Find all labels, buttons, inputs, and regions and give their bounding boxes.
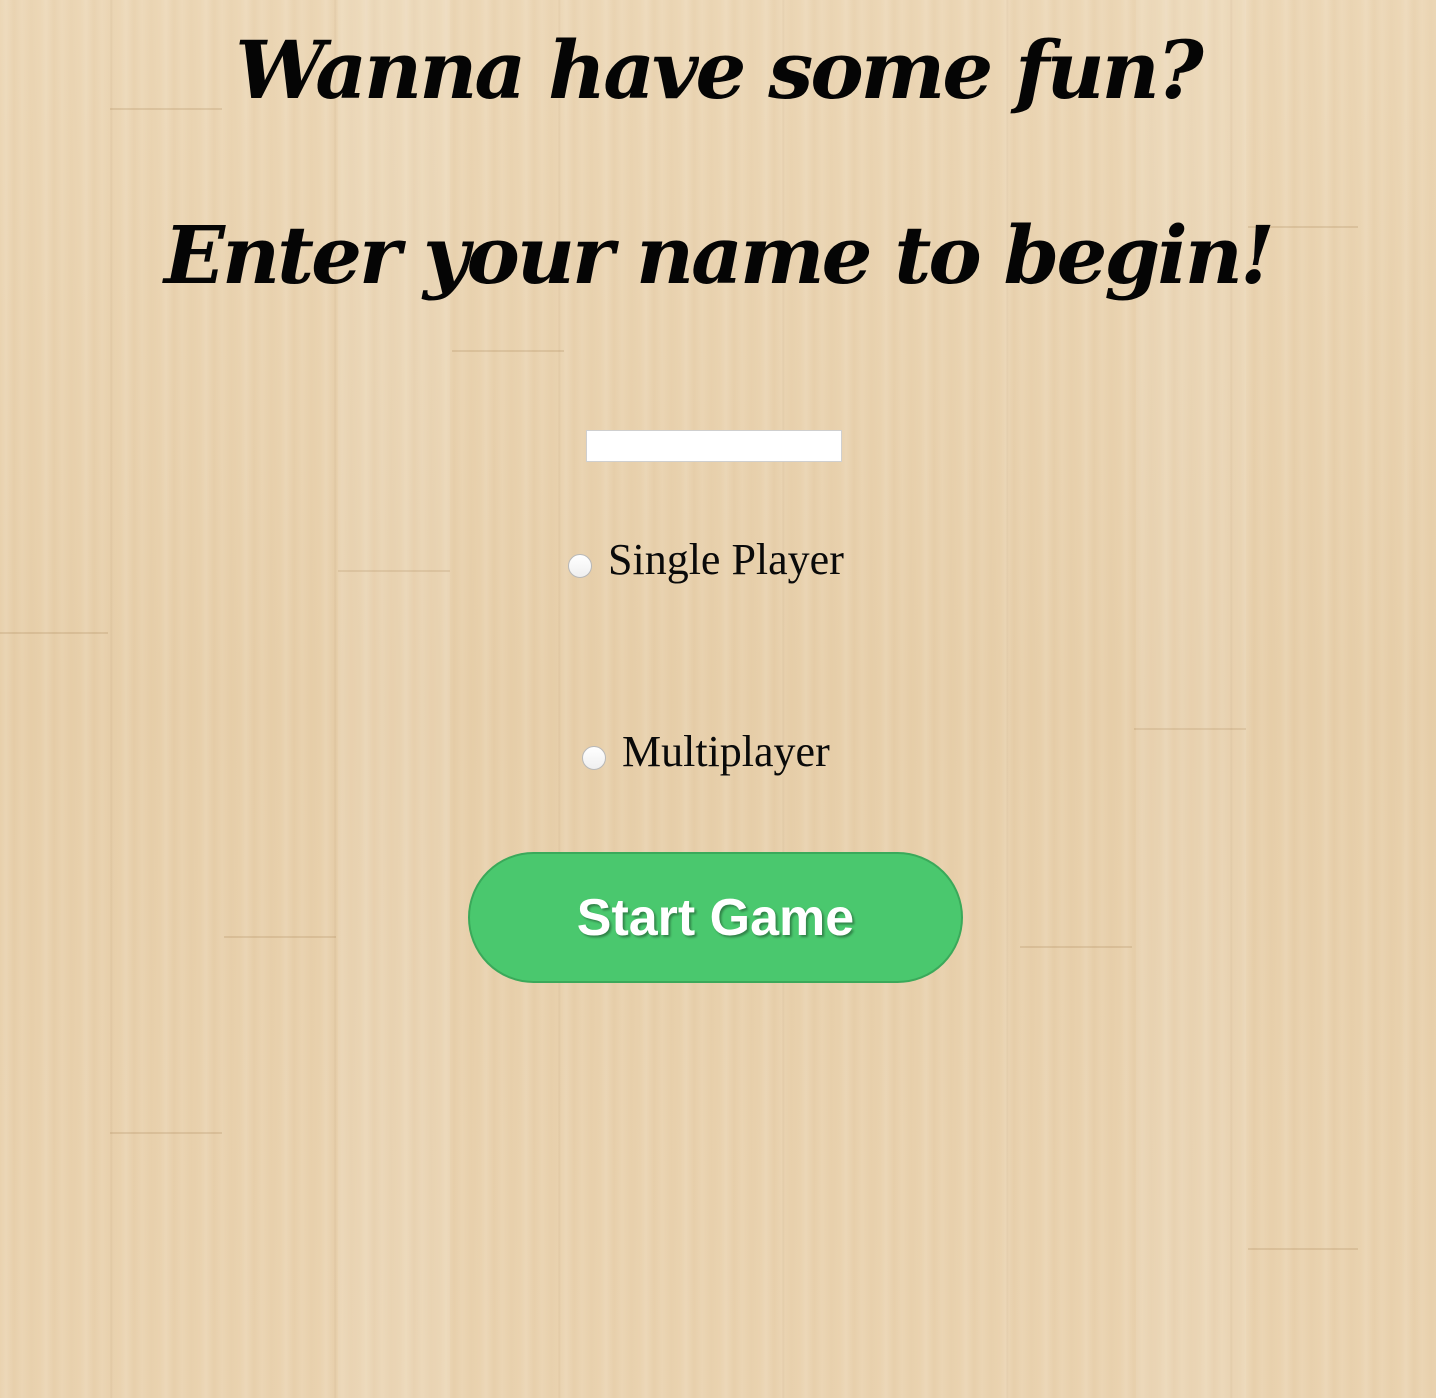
wood-plank-seam	[452, 350, 564, 352]
single-player-radio[interactable]	[568, 554, 592, 578]
page-title: Wanna have some fun?	[235, 23, 1203, 117]
wood-plank-seam	[1248, 1248, 1358, 1250]
wood-plank-seam	[0, 632, 108, 634]
player-name-input[interactable]	[586, 430, 842, 462]
mode-option-single-player[interactable]: Single Player	[568, 538, 844, 582]
mode-option-multiplayer[interactable]: Multiplayer	[582, 730, 830, 774]
page-subtitle: Enter your name to begin!	[163, 208, 1275, 302]
wood-plank-seam	[1020, 946, 1132, 948]
multiplayer-label: Multiplayer	[622, 727, 830, 776]
single-player-label: Single Player	[608, 535, 844, 584]
wood-plank-seam	[110, 1132, 222, 1134]
wood-plank-seam	[224, 936, 336, 938]
multiplayer-radio[interactable]	[582, 746, 606, 770]
start-game-button[interactable]: Start Game	[468, 852, 963, 983]
